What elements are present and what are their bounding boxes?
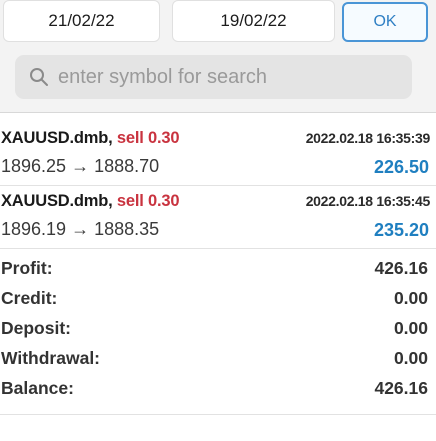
deal-symbol-line: XAUUSD.dmb, sell 0.30 (1, 129, 179, 148)
deal-profit: 226.50 (373, 157, 429, 177)
balance-label: Balance: (1, 378, 74, 398)
deal-symbol-line: XAUUSD.dmb, sell 0.30 (1, 192, 179, 211)
ok-button[interactable]: OK (342, 2, 428, 42)
credit-label: Credit: (1, 288, 58, 308)
summary-row-deposit: Deposit: 0.00 (0, 314, 436, 344)
date-to-button[interactable]: 19/02/22 (172, 0, 335, 42)
summary-row-balance: Balance: 426.16 (0, 374, 436, 404)
summary-row-credit: Credit: 0.00 (0, 284, 436, 314)
profit-label: Profit: (1, 258, 53, 278)
filter-bar: 21/02/22 19/02/22 OK enter symbol for se… (0, 0, 436, 113)
deal-time: 2022.02.18 16:35:45 (305, 193, 431, 209)
search-placeholder: enter symbol for search (58, 65, 267, 88)
deal-prices: 1896.25 → 1888.70 (1, 156, 160, 176)
deposit-label: Deposit: (1, 318, 71, 338)
deal-profit: 235.20 (373, 220, 429, 240)
deal-side: sell 0.30 (116, 129, 180, 147)
withdrawal-label: Withdrawal: (1, 348, 101, 368)
deal-row[interactable]: XAUUSD.dmb, sell 0.30 2022.02.18 16:35:3… (0, 123, 436, 186)
deal-prices: 1896.19 → 1888.35 (1, 219, 160, 239)
balance-value: 426.16 (374, 378, 428, 398)
search-field[interactable]: enter symbol for search (15, 55, 412, 99)
search-icon (30, 68, 48, 86)
deal-symbol: XAUUSD.dmb, (1, 129, 113, 147)
deal-symbol: XAUUSD.dmb, (1, 192, 113, 210)
summary-row-withdrawal: Withdrawal: 0.00 (0, 344, 436, 374)
deal-side: sell 0.30 (116, 192, 180, 210)
deal-row[interactable]: XAUUSD.dmb, sell 0.30 2022.02.18 16:35:4… (0, 186, 436, 249)
profit-value: 426.16 (374, 258, 428, 278)
date-from-button[interactable]: 21/02/22 (3, 0, 160, 42)
withdrawal-value: 0.00 (393, 348, 428, 368)
credit-value: 0.00 (393, 288, 428, 308)
summary-row-profit: Profit: 426.16 (0, 254, 436, 284)
deposit-value: 0.00 (393, 318, 428, 338)
deal-time: 2022.02.18 16:35:39 (305, 130, 431, 146)
account-summary: Profit: 426.16 Credit: 0.00 Deposit: 0.0… (0, 254, 436, 415)
